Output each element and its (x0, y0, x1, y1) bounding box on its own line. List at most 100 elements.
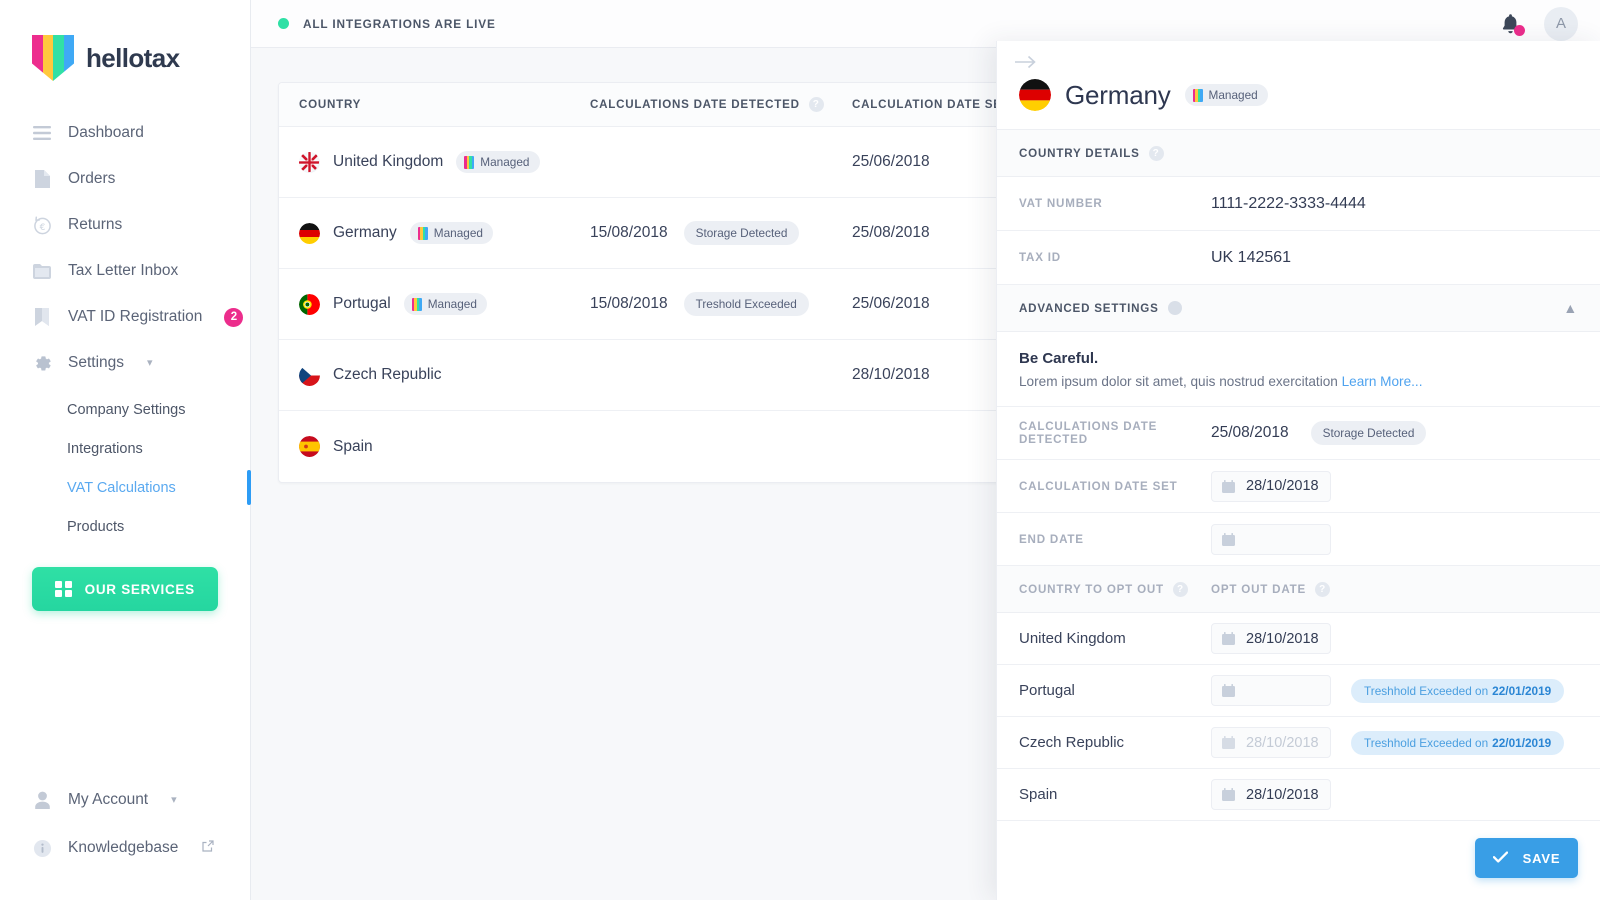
section-title: ADVANCED SETTINGS (1019, 301, 1159, 315)
status-dot-icon (278, 18, 289, 29)
sidebar-footer-label: My Account (68, 791, 149, 808)
optout-date-input[interactable]: 28/10/2018 (1211, 623, 1331, 654)
cell-country: Germany Managed (279, 222, 590, 244)
sidebar-item-products[interactable]: Products (0, 507, 250, 546)
our-services-button[interactable]: OUR SERVICES (32, 567, 218, 611)
help-icon[interactable]: ? (1148, 145, 1164, 161)
sidebar-item-vat-calculations[interactable]: VAT Calculations (0, 468, 251, 507)
country-name: United Kingdom (333, 153, 444, 170)
section-title: COUNTRY DETAILS (1019, 146, 1140, 160)
hellotax-mini-icon (417, 226, 428, 240)
panel-country-name: Germany (1065, 79, 1171, 110)
sidebar-item-dashboard[interactable]: Dashboard (0, 110, 250, 156)
cell-date-detected: 15/08/2018 Storage Detected (590, 221, 852, 245)
sidebar-item-orders[interactable]: Orders (0, 156, 250, 202)
sidebar-item-vat-id-registration[interactable]: VAT ID Registration 2 (0, 294, 250, 340)
help-icon[interactable]: ? (1315, 581, 1331, 597)
end-date-label: END DATE (1019, 532, 1084, 546)
save-label: SAVE (1522, 850, 1561, 866)
gear-icon (32, 353, 52, 373)
threshold-date: 22/01/2019 (1492, 683, 1552, 698)
help-icon[interactable]: ? (1172, 581, 1188, 597)
column-label: OPT OUT DATE (1211, 582, 1307, 596)
notifications-bell-icon[interactable] (1500, 13, 1525, 36)
column-label: COUNTRY (299, 98, 362, 111)
sidebar-item-label: VAT ID Registration (68, 308, 203, 325)
tax-id-row: TAX ID UK 142561 (997, 231, 1600, 285)
learn-more-link[interactable]: Learn More... (1342, 374, 1423, 389)
settings-subnav: Company Settings Integrations VAT Calcul… (0, 390, 251, 546)
sidebar-item-label: Orders (68, 170, 116, 187)
end-date-input[interactable] (1211, 523, 1331, 555)
sidebar-item-company-settings[interactable]: Company Settings (0, 390, 250, 429)
help-icon[interactable]: ? (808, 97, 824, 112)
optout-row: Spain 28/10/2018 (997, 769, 1600, 821)
managed-badge: Managed (409, 222, 493, 244)
detected-value: 25/08/2018 (1211, 424, 1289, 441)
euro-return-icon: € (32, 215, 52, 235)
flag-cz-icon (299, 365, 320, 386)
optout-date-input[interactable]: 28/10/2018 (1211, 779, 1331, 810)
sidebar-item-tax-letter-inbox[interactable]: Tax Letter Inbox (0, 248, 250, 294)
dateset-value: 25/08/2018 (852, 224, 930, 241)
tax-id-label: TAX ID (1019, 251, 1061, 264)
country-name: Spain (333, 437, 373, 455)
sidebar-item-settings[interactable]: Settings ▾ (0, 340, 250, 386)
optout-country: Portugal (1019, 682, 1075, 699)
sidebar-subitem-label: Products (67, 518, 125, 535)
arrow-right-icon (1015, 55, 1600, 69)
chevron-down-icon: ▾ (147, 356, 153, 369)
advanced-settings-section-header[interactable]: ADVANCED SETTINGS ▲ (997, 285, 1600, 332)
flag-de-icon (1019, 79, 1051, 111)
sidebar-item-my-account[interactable]: My Account ▾ (0, 776, 250, 824)
calendar-icon (1222, 684, 1235, 697)
sidebar-item-label: Returns (68, 216, 123, 233)
cell-country: United Kingdom Managed (279, 151, 590, 173)
advanced-detected-row: CALCULATIONS DATE DETECTED 25/08/2018 St… (997, 407, 1600, 460)
sidebar-item-label: Settings (68, 354, 125, 371)
managed-label: Managed (480, 155, 530, 169)
optout-country: United Kingdom (1019, 630, 1126, 647)
sidebar-subitem-label: VAT Calculations (67, 479, 176, 496)
status-badge: Treshold Exceeded (683, 292, 809, 316)
chevron-up-icon[interactable]: ▲ (1563, 301, 1578, 315)
our-services-label: OUR SERVICES (84, 581, 195, 597)
brand-logo[interactable]: hellotax (0, 0, 250, 86)
sidebar-item-knowledgebase[interactable]: Knowledgebase (0, 824, 250, 872)
help-icon[interactable] (1167, 301, 1182, 315)
calculation-date-set-input[interactable]: 28/10/2018 (1211, 470, 1331, 502)
column-header-country: COUNTRY (279, 98, 590, 111)
optout-country: Spain (1019, 786, 1058, 803)
optout-date-input[interactable] (1211, 675, 1331, 706)
dateset-value: 25/06/2018 (852, 153, 930, 170)
sidebar-item-integrations[interactable]: Integrations (0, 429, 250, 468)
panel-collapse-button[interactable] (997, 41, 1600, 69)
avatar-initial: A (1555, 15, 1566, 32)
managed-badge: Managed (1184, 84, 1268, 106)
cell-date-detected: 15/08/2018 Treshold Exceeded (590, 292, 852, 316)
cell-country: Portugal Managed (279, 293, 590, 315)
sidebar-footer: My Account ▾ Knowledgebase (0, 776, 250, 900)
sidebar-subitem-label: Integrations (67, 440, 143, 457)
vat-number-value: 1111-2222-3333-4444 (1211, 194, 1366, 212)
column-header-calculations-date-detected: CALCULATIONS DATE DETECTED ? (590, 97, 852, 112)
cell-country: Spain (279, 436, 590, 457)
hellotax-shield-icon (32, 35, 74, 81)
date-value: 28/10/2018 (1246, 734, 1319, 751)
sidebar-item-returns[interactable]: € Returns (0, 202, 250, 248)
flag-de-icon (299, 223, 320, 244)
flag-es-icon (299, 436, 320, 457)
save-button[interactable]: SAVE (1475, 838, 1578, 878)
external-link-icon (202, 839, 214, 857)
advanced-enddate-row: END DATE (997, 513, 1600, 566)
date-value: 28/10/2018 (1246, 478, 1319, 494)
column-label: CALCULATIONS DATE DETECTED (590, 98, 800, 111)
warning-block: Be Careful. Lorem ipsum dolor sit amet, … (997, 332, 1600, 407)
bookmark-icon (32, 307, 52, 327)
optout-date-input[interactable]: 28/10/2018 (1211, 727, 1331, 758)
managed-badge: Managed (456, 151, 540, 173)
check-icon (1492, 850, 1508, 866)
optout-row: Czech Republic 28/10/2018 Treshhold Exce… (997, 717, 1600, 769)
avatar[interactable]: A (1544, 6, 1578, 41)
notification-badge (1514, 24, 1525, 36)
